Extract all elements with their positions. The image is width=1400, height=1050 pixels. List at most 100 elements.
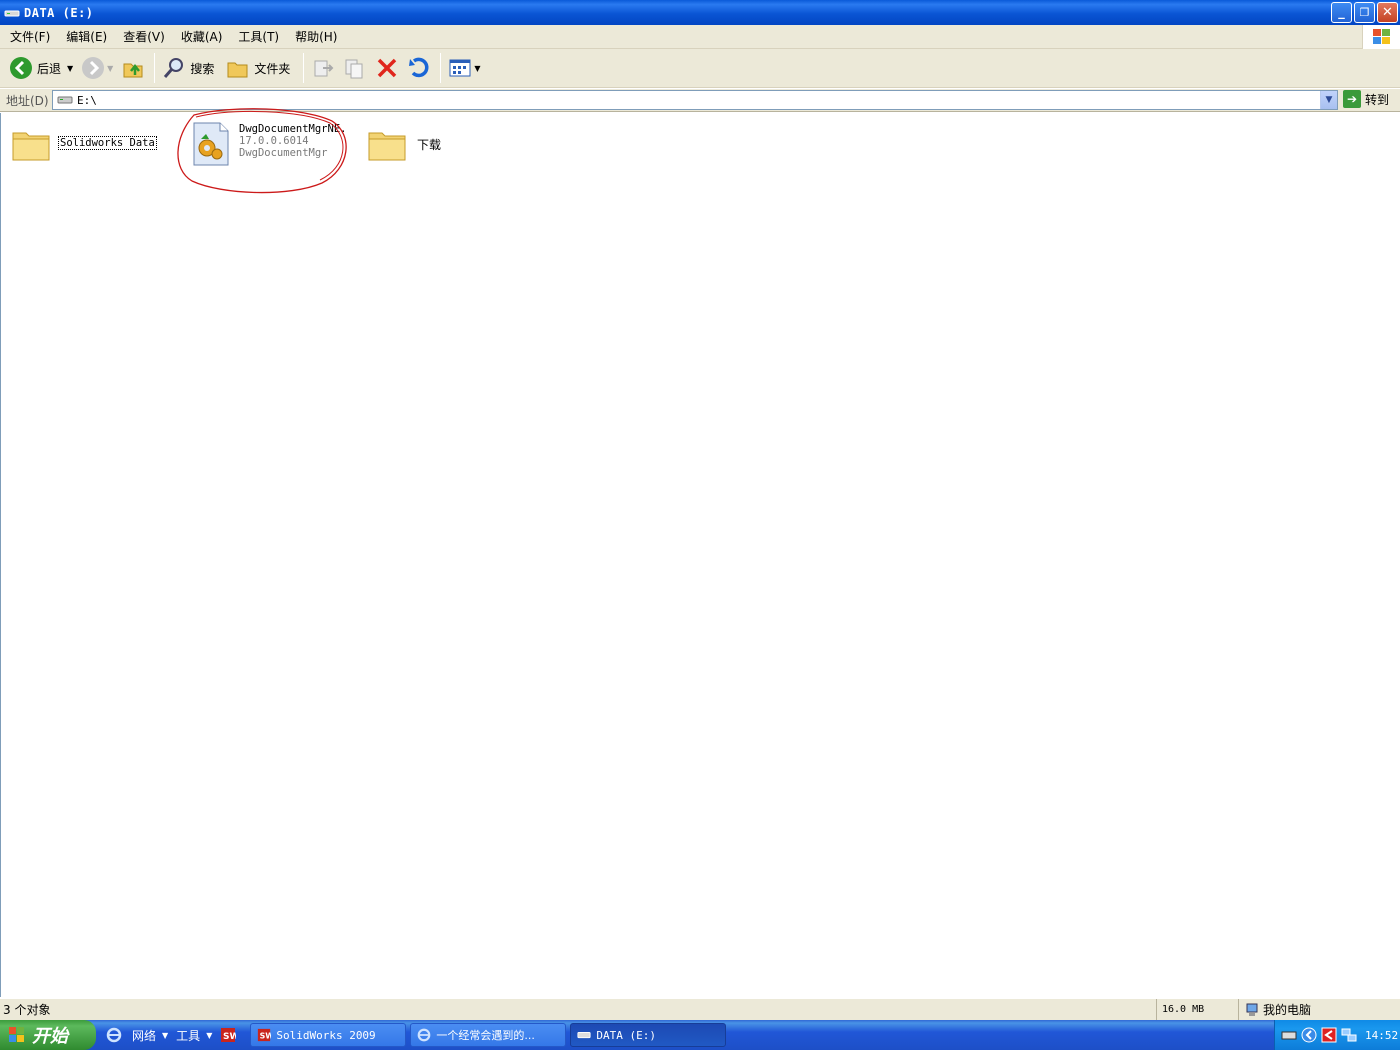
dll-file-icon	[193, 122, 229, 166]
menu-view[interactable]: 查看(V)	[117, 28, 171, 45]
views-button[interactable]: ▼	[445, 52, 483, 84]
quicklaunch-network[interactable]: 网络 ▼	[132, 1027, 168, 1044]
close-icon: ✕	[1382, 5, 1393, 20]
minimize-icon: _	[1338, 5, 1345, 20]
quicklaunch-tools-label: 工具	[176, 1028, 201, 1043]
restore-icon: ❐	[1359, 6, 1370, 19]
task-label: SolidWorks 2009	[276, 1028, 376, 1042]
file-list[interactable]: Solidworks Data DwgDocumentMgrNE. 17.0.0…	[0, 113, 1400, 997]
views-icon	[449, 59, 471, 77]
menu-bar: 文件(F) 编辑(E) 查看(V) 收藏(A) 工具(T) 帮助(H)	[0, 25, 1400, 49]
windows-logo-icon	[9, 1027, 24, 1042]
file-name: DwgDocumentMgrNE.	[239, 123, 347, 135]
chevron-down-icon: ▼	[206, 1030, 213, 1040]
move-to-icon	[314, 60, 334, 77]
chevron-down-icon: ▼	[162, 1030, 169, 1040]
menu-help[interactable]: 帮助(H)	[289, 28, 343, 45]
up-folder-button[interactable]	[118, 52, 148, 84]
file-item-folder[interactable]: 下载	[367, 125, 441, 163]
minimize-button[interactable]: _	[1331, 2, 1352, 23]
folders-icon	[227, 62, 248, 78]
folders-label: 文件夹	[254, 61, 291, 76]
keyboard-icon[interactable]	[1281, 1027, 1297, 1043]
drive-icon	[4, 10, 20, 16]
address-label: 地址(D)	[6, 93, 49, 108]
windows-logo-icon	[1362, 25, 1400, 49]
file-name: Solidworks Data	[58, 136, 157, 150]
toolbar: 后退 ▼ ▼ 搜索 文件夹 ▼	[0, 49, 1400, 88]
back-dropdown-icon[interactable]: ▼	[67, 64, 73, 73]
solidworks-icon[interactable]: SW	[220, 1027, 236, 1043]
start-button[interactable]: 开始	[0, 1020, 96, 1050]
back-arrow-icon	[10, 57, 32, 79]
window-title: DATA (E:)	[24, 5, 94, 20]
close-button[interactable]: ✕	[1377, 2, 1398, 23]
svg-text:SW: SW	[223, 1032, 236, 1042]
antivirus-icon[interactable]	[1321, 1027, 1337, 1043]
drive-icon	[57, 96, 73, 104]
copy-to-button[interactable]	[340, 52, 370, 84]
folders-button[interactable]: 文件夹	[223, 52, 297, 84]
toolbar-separator	[154, 53, 156, 83]
status-object-count: 3 个对象	[3, 1003, 51, 1017]
move-to-button[interactable]	[308, 52, 338, 84]
start-label: 开始	[32, 1026, 68, 1047]
address-value: E:\	[77, 93, 97, 107]
my-computer-icon	[1246, 1003, 1258, 1016]
quicklaunch-network-label: 网络	[132, 1028, 157, 1043]
file-version: 17.0.0.6014	[239, 135, 309, 147]
folder-icon	[12, 132, 50, 161]
search-icon	[164, 58, 184, 78]
menu-file[interactable]: 文件(F)	[4, 28, 56, 45]
forward-arrow-icon	[82, 57, 105, 79]
clock: 14:52	[1365, 1028, 1399, 1042]
search-label: 搜索	[190, 61, 215, 76]
task-label: 一个经常会遇到的...	[436, 1029, 535, 1042]
address-input[interactable]: E:\ ▼	[52, 90, 1338, 110]
go-label: 转到	[1365, 92, 1390, 107]
forward-button[interactable]: ▼	[78, 52, 116, 84]
search-button[interactable]: 搜索	[159, 52, 221, 84]
go-arrow-icon: ➔	[1343, 90, 1361, 108]
toolbar-separator	[440, 53, 442, 83]
file-description: DwgDocumentMgr	[239, 147, 328, 159]
title-bar[interactable]: DATA (E:) _ ❐ ✕	[0, 0, 1400, 25]
restore-button[interactable]: ❐	[1354, 2, 1375, 23]
task-explorer[interactable]: DATA (E:)	[570, 1023, 727, 1047]
file-item-dll[interactable]: DwgDocumentMgrNE. 17.0.0.6014 DwgDocumen…	[191, 121, 346, 167]
menu-edit[interactable]: 编辑(E)	[60, 28, 113, 45]
chevron-left-icon[interactable]	[1301, 1027, 1317, 1043]
status-bar: 3 个对象 16.0 MB 我的电脑	[0, 998, 1400, 1020]
file-item-folder[interactable]: Solidworks Data	[11, 125, 157, 163]
status-location: 我的电脑	[1263, 1003, 1312, 1017]
copy-to-icon	[345, 59, 363, 79]
task-browser[interactable]: 一个经常会遇到的...	[410, 1023, 567, 1047]
task-solidworks[interactable]: SW SolidWorks 2009	[250, 1023, 407, 1047]
delete-button[interactable]	[372, 52, 402, 84]
file-name: 下载	[417, 138, 442, 152]
folder-icon	[368, 132, 406, 161]
forward-dropdown-icon[interactable]: ▼	[107, 64, 113, 73]
quick-launch: 网络 ▼ 工具 ▼ SW	[106, 1027, 236, 1044]
svg-text:SW: SW	[260, 1032, 271, 1041]
toolbar-separator	[303, 53, 305, 83]
delete-icon	[378, 58, 397, 78]
menu-favorites[interactable]: 收藏(A)	[175, 28, 229, 45]
undo-button[interactable]	[404, 52, 434, 84]
back-button[interactable]: 后退 ▼	[6, 52, 76, 84]
views-dropdown-icon[interactable]: ▼	[474, 64, 480, 73]
address-dropdown-icon[interactable]: ▼	[1320, 91, 1337, 109]
menu-tools[interactable]: 工具(T)	[232, 28, 285, 45]
solidworks-icon: SW	[258, 1028, 271, 1042]
up-folder-icon	[123, 63, 143, 78]
status-size: 16.0 MB	[1162, 1004, 1205, 1015]
task-label: DATA (E:)	[596, 1028, 656, 1042]
undo-icon	[409, 57, 429, 78]
network-icon[interactable]	[1341, 1027, 1357, 1043]
drive-icon	[577, 1031, 591, 1039]
quicklaunch-tools[interactable]: 工具 ▼	[176, 1027, 212, 1044]
taskbar: 开始 网络 ▼ 工具 ▼ SW SW SolidWorks 2009 一个经常会…	[0, 1020, 1400, 1050]
ie-icon[interactable]	[106, 1027, 122, 1043]
address-bar: 地址(D) E:\ ▼ ➔ 转到	[0, 89, 1400, 112]
go-button[interactable]: ➔ 转到	[1343, 90, 1389, 108]
